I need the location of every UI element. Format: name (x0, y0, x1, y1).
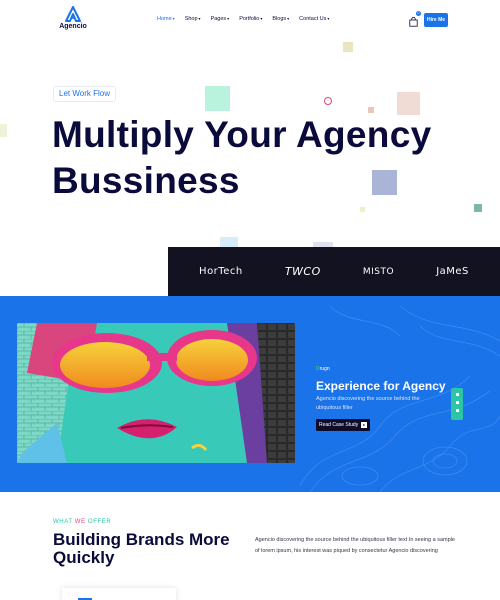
chevron-down-icon: ▾ (327, 16, 330, 21)
nav-pages-label: Pages (210, 16, 227, 22)
read-case-study-button[interactable]: Read Case Study ▸ (316, 419, 371, 431)
offer-title: Building Brands More Quickly (53, 530, 230, 567)
client-logo-twco: TWCO (284, 265, 321, 278)
offer-eyebrow-suffix: OFFER (85, 519, 112, 525)
feature-section: Drugn Experience for Agency Agencio disc… (0, 296, 500, 492)
hire-me-button[interactable]: Hire Me (424, 13, 448, 27)
decor-circle (324, 97, 332, 105)
feature-description: Agencio discovering the source behind th… (316, 396, 420, 411)
decor-square (474, 204, 482, 212)
site-header: Agencio Home▾ Shop▾ Pages▾ Portfolio▾ Bl… (0, 0, 500, 40)
nav-shop[interactable]: Shop▾ (185, 16, 201, 22)
nav-blogs-label: Blogs (272, 16, 287, 22)
shopping-bag-icon (409, 16, 418, 27)
decor-square (368, 107, 374, 113)
pagination-dot[interactable] (455, 409, 459, 412)
hero-title: Multiply Your Agency Bussiness (52, 112, 472, 204)
hero-title-line2: Bussiness (52, 160, 240, 201)
artwork-illustration (17, 323, 295, 463)
decor-square (0, 124, 7, 137)
service-card[interactable] (62, 588, 176, 600)
decor-square (343, 42, 353, 52)
feature-title: Experience for Agency (316, 379, 446, 393)
nav-pages[interactable]: Pages▾ (211, 16, 230, 22)
nav-blogs[interactable]: Blogs▾ (272, 16, 289, 22)
chevron-down-icon: ▾ (287, 16, 290, 21)
decor-square (372, 170, 397, 195)
chevron-down-icon: ▾ (198, 16, 201, 21)
slider-pagination[interactable] (451, 388, 463, 420)
client-logo-hortech: HorTech (199, 266, 243, 277)
logo-icon (65, 6, 81, 22)
chevron-down-icon: ▾ (227, 16, 230, 21)
read-case-study-label: Read Case Study (319, 422, 359, 428)
logo[interactable]: Agencio (56, 6, 90, 30)
cart-button[interactable]: 0 (409, 11, 421, 27)
offer-eyebrow-accent: WE (74, 519, 86, 525)
offer-eyebrow-prefix: WHAT (53, 519, 75, 525)
decor-square (397, 92, 420, 115)
main-nav: Home▾ Shop▾ Pages▾ Portfolio▾ Blogs▾ Con… (157, 16, 329, 22)
chevron-down-icon: ▾ (172, 16, 175, 21)
hero-title-line1: Multiply Your Agency (52, 114, 432, 155)
feature-category: Drugn (316, 366, 330, 372)
decor-square (205, 86, 230, 111)
pagination-dot[interactable] (455, 393, 459, 396)
nav-portfolio[interactable]: Portfolio▾ (239, 16, 262, 22)
decor-square (360, 207, 365, 212)
nav-contact-label: Contact Us (299, 16, 327, 22)
decor-square (220, 237, 238, 247)
nav-home-label: Home (157, 16, 172, 22)
feature-category-text: rugn (319, 366, 330, 372)
chevron-down-icon: ▾ (260, 16, 263, 21)
client-logos-strip: HorTech TWCO MISTO JaMeS (168, 247, 500, 296)
offer-description: Agencio discovering the source behind th… (255, 537, 455, 554)
offer-eyebrow: WHAT WE OFFER (53, 519, 111, 525)
client-logo-james: JaMeS (436, 266, 469, 277)
nav-contact[interactable]: Contact Us▾ (299, 16, 329, 22)
nav-home[interactable]: Home▾ (157, 16, 175, 22)
cart-count-badge: 0 (416, 11, 421, 16)
arrow-right-icon: ▸ (361, 422, 368, 428)
logo-text: Agencio (59, 23, 87, 30)
client-logo-misto: MISTO (362, 266, 395, 277)
nav-shop-label: Shop (184, 16, 198, 22)
pagination-dot[interactable] (455, 401, 459, 404)
hero-tag: Let Work Flow (53, 86, 116, 102)
graffiti-artwork-image (17, 323, 295, 463)
nav-portfolio-label: Portfolio (239, 16, 260, 22)
